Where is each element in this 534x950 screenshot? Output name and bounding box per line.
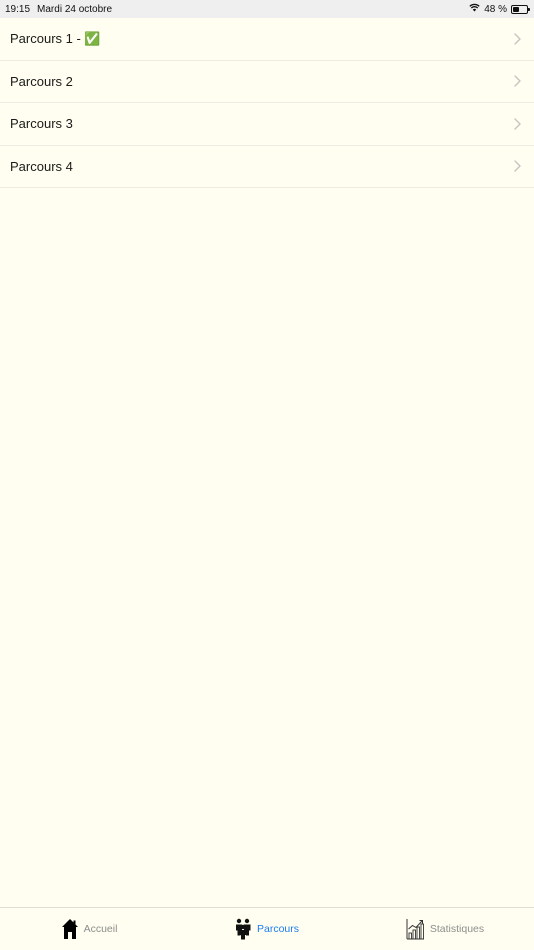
list-item[interactable]: Parcours 1 - ✅: [0, 18, 534, 61]
home-icon: [61, 918, 79, 940]
parcours-list: Parcours 1 - ✅ Parcours 2 Parcours 3 Par…: [0, 18, 534, 188]
chevron-right-icon: [512, 159, 522, 173]
tab-parcours-label: Parcours: [256, 923, 299, 935]
tab-bar: Accueil Parcours Statistiques: [0, 907, 534, 950]
status-date: Mardi 24 octobre: [37, 3, 113, 15]
tab-accueil[interactable]: Accueil: [0, 908, 178, 950]
chevron-right-icon: [512, 117, 522, 131]
wifi-icon: [469, 3, 480, 15]
tab-statistiques[interactable]: Statistiques: [356, 908, 534, 950]
status-right: 48 %: [469, 3, 530, 15]
list-item-label: Parcours 4: [10, 158, 73, 174]
battery-icon: [511, 4, 530, 14]
tab-parcours[interactable]: Parcours: [178, 908, 356, 950]
people-icon: [235, 918, 252, 940]
list-item[interactable]: Parcours 2: [0, 61, 534, 103]
list-item[interactable]: Parcours 3: [0, 103, 534, 146]
status-time: 19:15: [5, 3, 31, 15]
status-left: 19:15 Mardi 24 octobre: [5, 4, 112, 15]
list-item-label: Parcours 1 - ✅: [10, 30, 101, 46]
list-item-label: Parcours 3: [10, 116, 73, 132]
tab-statistiques-label: Statistiques: [429, 923, 485, 935]
list-item-label: Parcours 2: [10, 73, 73, 89]
battery-level: [513, 6, 520, 12]
status-bar: 19:15 Mardi 24 octobre 48 %: [0, 0, 534, 18]
battery-percent: 48 %: [484, 3, 507, 15]
chevron-right-icon: [512, 74, 522, 88]
tab-accueil-label: Accueil: [83, 923, 118, 935]
list-item[interactable]: Parcours 4: [0, 146, 534, 188]
chart-icon: [406, 918, 425, 940]
chevron-right-icon: [512, 32, 522, 46]
